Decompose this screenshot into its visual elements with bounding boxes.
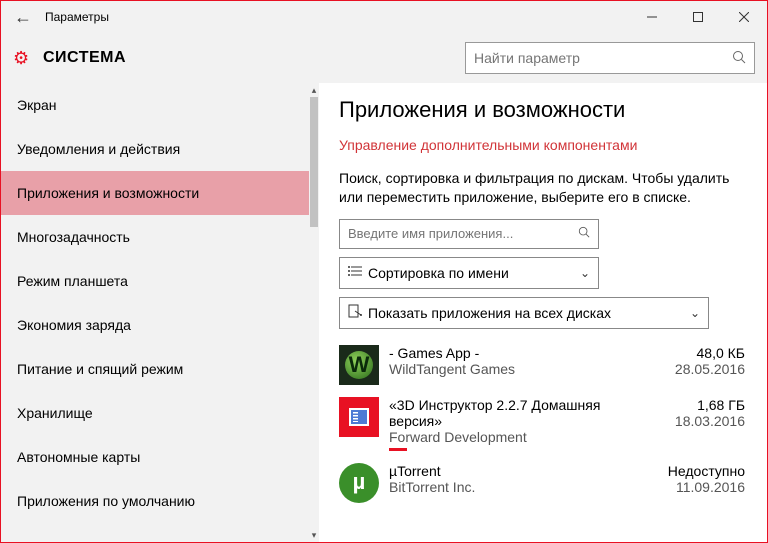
sidebar-item-default-apps[interactable]: Приложения по умолчанию [1,479,309,523]
chevron-down-icon: ⌄ [574,266,590,280]
app-publisher: Forward Development [389,429,645,445]
sidebar-item-offline-maps[interactable]: Автономные карты [1,435,309,479]
header: ⚙ СИСТЕМА [1,33,767,83]
app-row[interactable]: µ µTorrent BitTorrent Inc. Недоступно 11… [339,457,745,509]
content-scrollbar[interactable]: ▴ ▾ [309,83,319,542]
sidebar-item-apps-features[interactable]: Приложения и возможности [1,171,309,215]
titlebar: ← Параметры [1,1,767,33]
sort-icon [348,265,368,280]
app-date: 11.09.2016 [645,479,745,495]
app-list: W - Games App - WildTangent Games 48,0 К… [339,339,745,509]
scrollbar-thumb[interactable] [310,97,318,227]
app-size: 1,68 ГБ [645,397,745,413]
close-icon [739,12,749,22]
disk-filter-dropdown[interactable]: Показать приложения на всех дисках ⌄ [339,297,709,329]
disk-filter-label: Показать приложения на всех дисках [368,305,684,321]
progress-bar [389,448,407,451]
app-row[interactable]: «3D Инструктор 2.2.7 Домашняя версия» Fo… [339,391,745,457]
window-title: Параметры [45,10,629,24]
content-pane: Приложения и возможности Управление допо… [319,83,767,542]
gear-icon: ⚙ [13,48,43,69]
manage-optional-features-link[interactable]: Управление дополнительными компонентами [339,137,637,153]
app-icon: µ [339,463,379,503]
section-heading: СИСТЕМА [43,49,126,67]
app-size: 48,0 КБ [645,345,745,361]
sidebar-item-notifications[interactable]: Уведомления и действия [1,127,309,171]
back-button[interactable]: ← [1,7,45,28]
close-button[interactable] [721,1,767,33]
settings-search[interactable] [465,42,755,74]
maximize-icon [693,12,703,22]
sort-dropdown[interactable]: Сортировка по имени ⌄ [339,257,599,289]
app-name: «3D Инструктор 2.2.7 Домашняя версия» [389,397,645,429]
app-row[interactable]: W - Games App - WildTangent Games 48,0 К… [339,339,745,391]
app-date: 28.05.2016 [645,361,745,377]
search-icon [570,226,598,241]
app-filter-input[interactable] [340,226,570,241]
sidebar: Экран Уведомления и действия Приложения … [1,83,309,542]
maximize-button[interactable] [675,1,721,33]
settings-search-input[interactable] [466,50,724,66]
sidebar-item-tablet-mode[interactable]: Режим планшета [1,259,309,303]
page-title: Приложения и возможности [339,97,745,123]
sort-label: Сортировка по имени [368,265,574,281]
sidebar-item-storage[interactable]: Хранилище [1,391,309,435]
app-name: - Games App - [389,345,645,361]
sidebar-item-display[interactable]: Экран [1,83,309,127]
scroll-up-icon[interactable]: ▴ [309,83,319,97]
app-size: Недоступно [645,463,745,479]
chevron-down-icon: ⌄ [684,306,700,320]
scroll-down-icon[interactable]: ▾ [309,528,319,542]
app-date: 18.03.2016 [645,413,745,429]
app-name: µTorrent [389,463,645,479]
sidebar-item-power-sleep[interactable]: Питание и спящий режим [1,347,309,391]
app-icon: W [339,345,379,385]
app-icon [339,397,379,437]
app-publisher: BitTorrent Inc. [389,479,645,495]
page-description: Поиск, сортировка и фильтрация по дискам… [339,169,745,207]
minimize-icon [647,12,657,22]
app-filter[interactable] [339,219,599,249]
sidebar-item-battery-saver[interactable]: Экономия заряда [1,303,309,347]
minimize-button[interactable] [629,1,675,33]
drive-icon [348,304,368,321]
search-icon [724,50,754,67]
sidebar-item-multitasking[interactable]: Многозадачность [1,215,309,259]
app-publisher: WildTangent Games [389,361,645,377]
